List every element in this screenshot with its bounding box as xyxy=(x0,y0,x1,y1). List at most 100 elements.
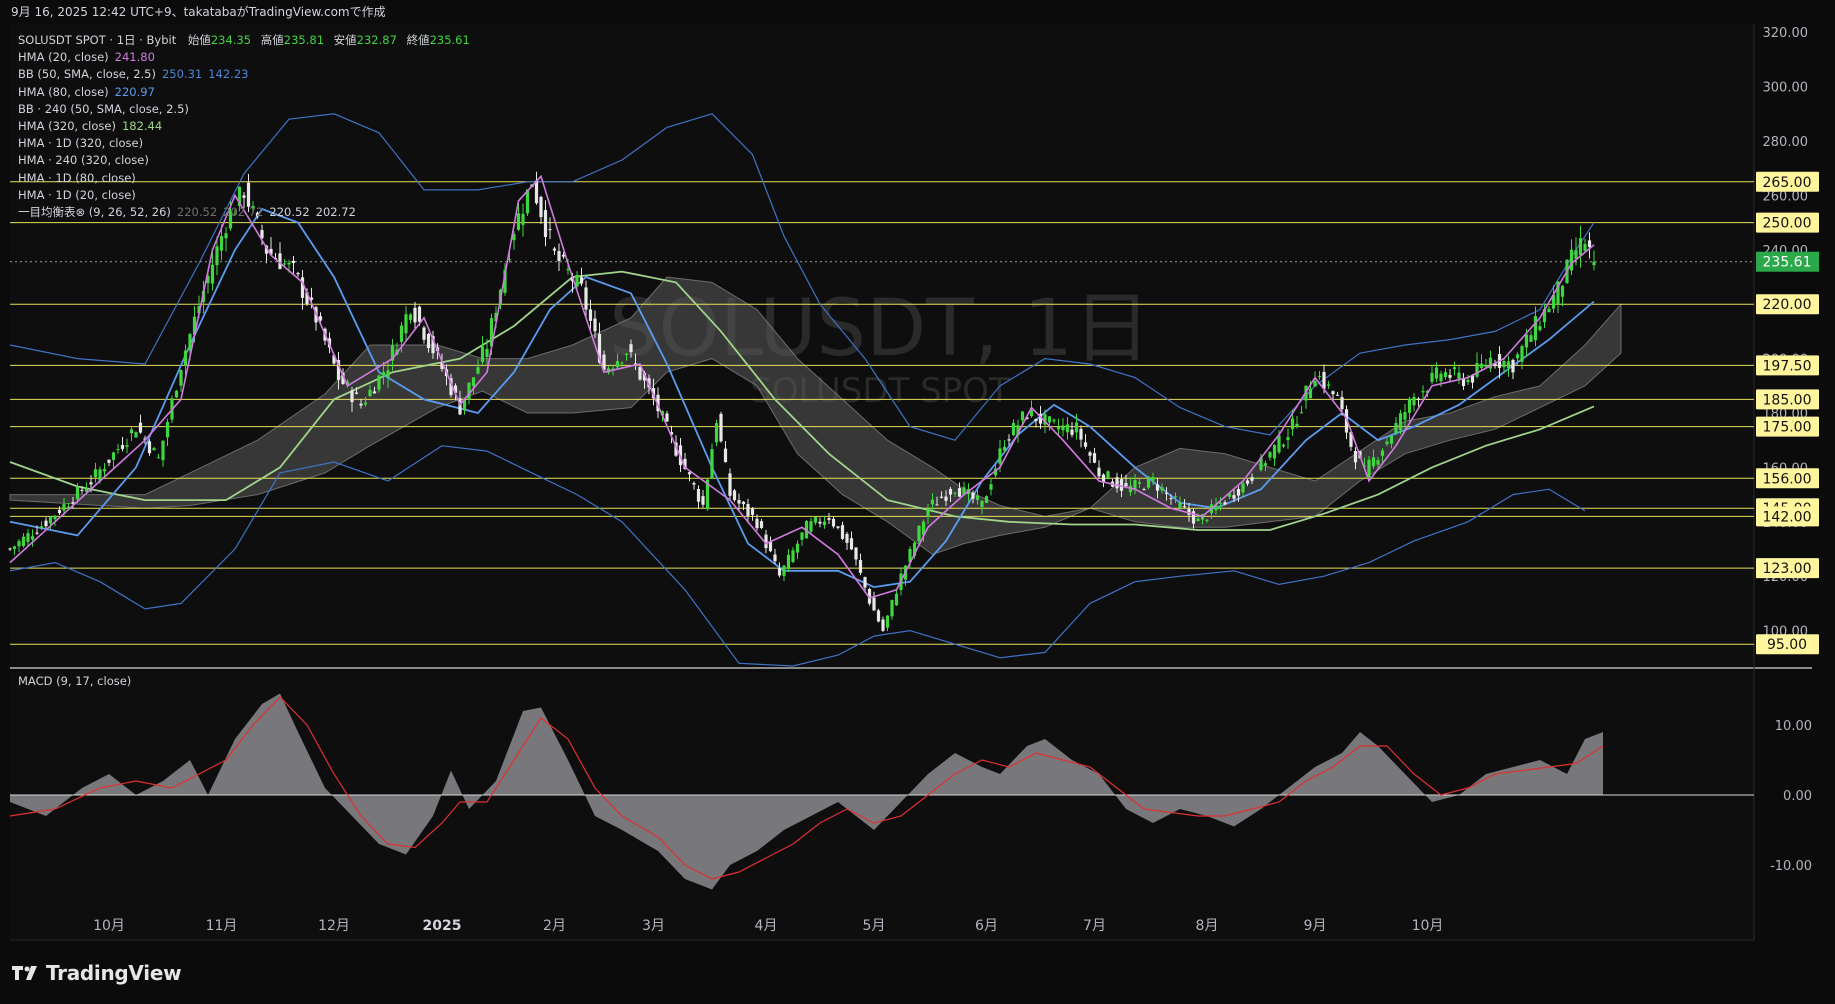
candle-body xyxy=(557,251,561,262)
candle-body xyxy=(957,488,962,497)
candle-body xyxy=(890,599,894,617)
candle-body xyxy=(894,593,899,606)
candle-body xyxy=(179,369,183,386)
candle-body xyxy=(1236,489,1241,496)
indicator-row: BB (50, SMA, close, 2.5) 250.31 142.23 xyxy=(18,66,470,83)
candle-body xyxy=(1164,492,1169,494)
candle-body xyxy=(1529,335,1533,342)
indicator-label: BB (50, SMA, close, 2.5) xyxy=(18,67,156,82)
candle-body xyxy=(116,449,120,451)
macd-tick-label: 10.00 xyxy=(1775,719,1812,734)
candle-body xyxy=(350,390,354,402)
candle-body xyxy=(723,448,728,463)
candle-body xyxy=(534,180,539,204)
indicator-row: HMA · 1D (20, close) xyxy=(18,187,470,204)
candle-body xyxy=(1151,477,1155,481)
candle-body xyxy=(1569,249,1574,271)
indicator-value: 202.72 xyxy=(315,205,356,220)
candle-body xyxy=(408,314,413,320)
level-label: 250.00 xyxy=(1763,216,1812,232)
price-tick-label: 320.00 xyxy=(1763,26,1809,41)
candle xyxy=(876,608,881,623)
candle-body xyxy=(93,469,98,478)
indicator-row: BB · 240 (50, SMA, close, 2.5) xyxy=(18,101,470,118)
tradingview-logo[interactable]: TradingView xyxy=(12,961,182,985)
candle-body xyxy=(183,350,188,366)
indicator-label: HMA · 240 (320, close) xyxy=(18,153,149,168)
candle-body xyxy=(1034,418,1038,422)
candle-body xyxy=(858,560,863,573)
candle-body xyxy=(1056,426,1061,430)
candle-body xyxy=(102,469,107,472)
price-tick-label: 280.00 xyxy=(1763,135,1809,150)
time-axis-label: 6月 xyxy=(975,918,998,934)
candle-body xyxy=(872,597,876,611)
candle-body xyxy=(1385,441,1389,445)
candle-body xyxy=(939,496,944,498)
candle-body xyxy=(26,533,30,542)
candle xyxy=(984,495,989,504)
indicator-value: 220.52 xyxy=(269,205,310,220)
time-axis-label: 12月 xyxy=(318,918,350,934)
indicator-value: 142.23 xyxy=(208,67,249,82)
indicator-value: 250.31 xyxy=(161,67,203,82)
candle-body xyxy=(1097,467,1101,477)
candle-body xyxy=(404,314,408,334)
candle-body xyxy=(737,500,741,504)
candle-body xyxy=(917,525,921,542)
candle-body xyxy=(1142,489,1146,491)
candle-body xyxy=(629,344,633,353)
candle-body xyxy=(1011,422,1016,436)
candle-body xyxy=(521,213,525,225)
candle-body xyxy=(615,361,620,368)
level-label: 175.00 xyxy=(1763,420,1812,436)
candle-body xyxy=(687,472,692,475)
candle-body xyxy=(1322,371,1326,389)
candle-body xyxy=(296,272,300,275)
candle-body xyxy=(1524,334,1529,348)
candle-body xyxy=(1232,495,1236,499)
candle-body xyxy=(210,264,215,284)
candle-body xyxy=(1340,397,1344,410)
macd-tick-label: -10.00 xyxy=(1770,859,1812,874)
candle-body xyxy=(1277,435,1281,453)
candle-body xyxy=(1326,384,1331,386)
candle-body xyxy=(107,459,111,463)
candle-body xyxy=(147,441,152,454)
candle-body xyxy=(1106,471,1110,478)
candle-body xyxy=(854,547,858,560)
indicator-label: 一目均衡表⊗ (9, 26, 52, 26) xyxy=(18,205,171,220)
indicator-value: 220.52 xyxy=(176,205,218,220)
candle-body xyxy=(1218,502,1223,504)
candle-body xyxy=(354,392,359,394)
candle-body xyxy=(152,448,156,451)
candle-body xyxy=(1295,423,1299,427)
candle-body xyxy=(377,375,381,390)
candle-body xyxy=(1088,452,1092,456)
candle-body xyxy=(44,520,48,527)
candle-body xyxy=(35,532,39,534)
candle-body xyxy=(773,554,777,562)
candle-body xyxy=(111,452,116,460)
candle-body xyxy=(1119,479,1124,491)
candle-body xyxy=(1538,326,1542,331)
candle-body xyxy=(1047,416,1052,423)
candle-body xyxy=(1308,388,1313,399)
candle-body xyxy=(836,526,840,528)
candle-body xyxy=(1272,444,1277,459)
symbol-label: SOLUSDT SPOT · 1日 · Bybit xyxy=(18,33,177,47)
last-price-label: 235.61 xyxy=(1763,255,1812,271)
candle-body xyxy=(1263,463,1268,466)
candle xyxy=(1146,475,1151,490)
time-axis-label: 8月 xyxy=(1196,918,1219,934)
candle-body xyxy=(1371,457,1376,467)
indicator-row: HMA · 1D (80, close) xyxy=(18,170,470,187)
price-tick-label: 300.00 xyxy=(1763,81,1809,96)
candle-body xyxy=(701,496,705,505)
level-label: 220.00 xyxy=(1763,297,1812,313)
candle-body xyxy=(282,263,287,265)
candle-body xyxy=(1578,238,1583,256)
candle-body xyxy=(620,362,624,364)
candle-body xyxy=(624,353,629,355)
candle-body xyxy=(516,213,521,230)
